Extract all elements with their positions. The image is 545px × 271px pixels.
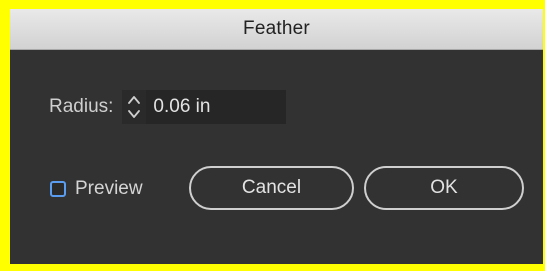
radius-input[interactable] [146, 90, 287, 124]
preview-label[interactable]: Preview [75, 178, 143, 200]
preview-checkbox[interactable] [50, 181, 66, 197]
preview-option[interactable]: Preview [50, 174, 143, 204]
cancel-button[interactable]: Cancel [189, 166, 354, 210]
dialog-title: Feather [243, 18, 310, 39]
radius-label: Radius: [49, 96, 114, 117]
feather-dialog: Feather Radius: Preview Cancel OK [10, 9, 543, 264]
title-bar[interactable]: Feather [10, 9, 543, 50]
chevron-up-icon[interactable] [126, 94, 142, 106]
chevron-down-icon[interactable] [126, 108, 142, 120]
ok-button[interactable]: OK [364, 166, 524, 210]
radius-stepper[interactable] [122, 90, 147, 124]
radius-row: Radius: [49, 89, 287, 125]
